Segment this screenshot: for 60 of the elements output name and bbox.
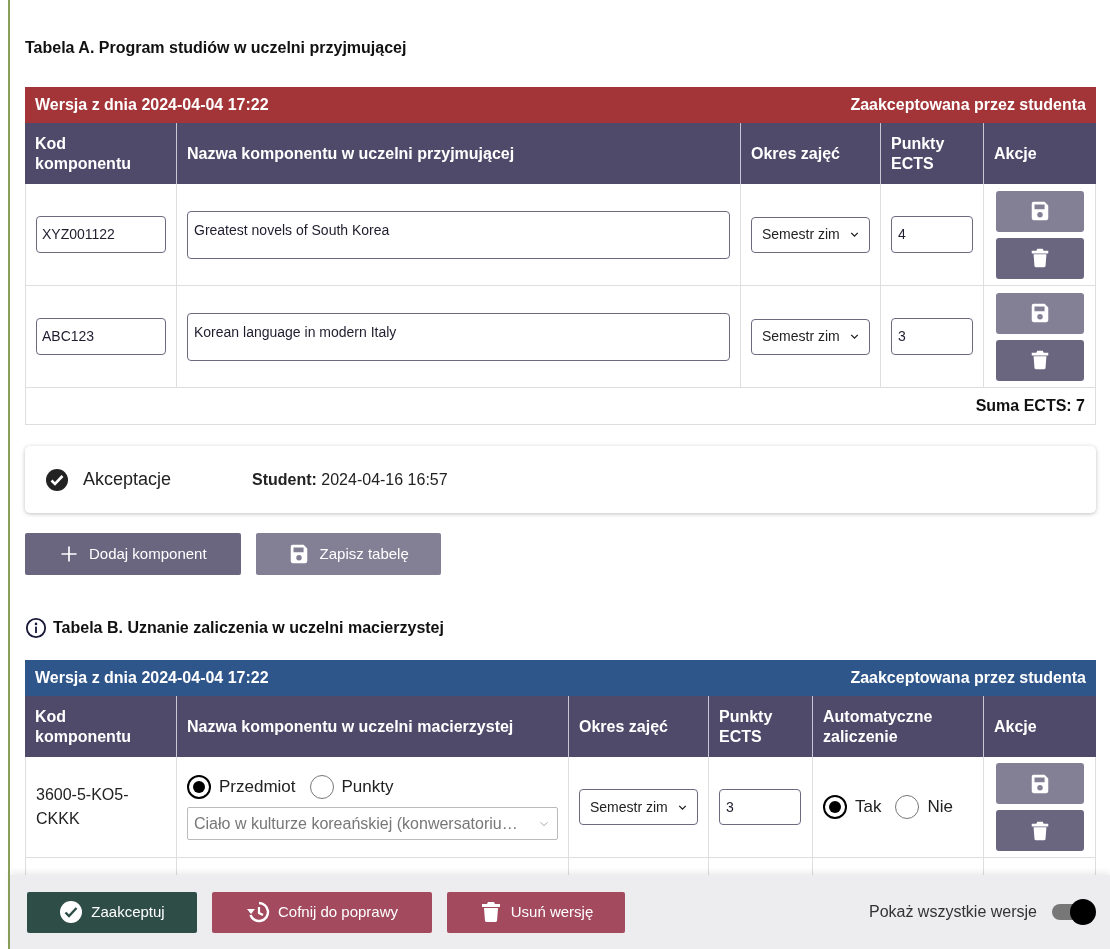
column-header: Okres zajęć — [740, 123, 880, 184]
version-date: Wersja z dnia 2024-04-04 17:22 — [35, 668, 269, 688]
revert-button[interactable]: Cofnij do poprawy — [212, 891, 432, 933]
column-header: Kod komponentu — [34, 133, 132, 174]
trash-icon — [1029, 247, 1051, 269]
show-all-versions-toggle[interactable] — [1052, 899, 1096, 925]
acceptance-entry: Student: 2024-04-16 16:57 — [252, 469, 448, 490]
save-icon — [1029, 200, 1051, 222]
period-select[interactable]: Semestr zim — [751, 318, 870, 355]
ects-field[interactable]: 3 — [719, 789, 801, 825]
radio-option[interactable]: Przedmiot — [187, 773, 296, 800]
name-field[interactable]: Korean language in modern Italy — [187, 312, 730, 361]
column-header: Punkty ECTS — [880, 123, 983, 184]
column-header: Punkty ECTS — [708, 696, 812, 757]
ects-sum: Suma ECTS: 7 — [975, 396, 1085, 416]
column-header: Kod komponentu — [34, 706, 132, 747]
column-header: Okres zajęć — [568, 696, 708, 757]
radio-option[interactable]: Tak — [823, 794, 882, 820]
radio-option[interactable]: Punkty — [309, 773, 394, 800]
period-select[interactable]: Semestr zim — [579, 789, 698, 825]
component-code: 3600-5-KO5-CKKK — [36, 785, 130, 829]
info-icon — [25, 617, 47, 639]
period-select[interactable]: Semestr zim — [751, 216, 870, 253]
trash-icon — [1029, 349, 1051, 371]
radio-button[interactable] — [187, 774, 211, 799]
trash-icon — [1029, 819, 1051, 842]
ects-field[interactable]: 3 — [891, 318, 973, 355]
check-circle-icon — [59, 900, 84, 924]
delete-button[interactable] — [996, 810, 1084, 851]
delete-button[interactable] — [996, 339, 1084, 381]
radio-button[interactable] — [895, 795, 920, 819]
save-icon — [1029, 302, 1051, 324]
history-icon — [245, 900, 270, 924]
section-title: Tabela A. Program studiów w uczelni przyjmującej — [25, 38, 407, 58]
column-header: Automatyczne zaliczenie — [812, 696, 983, 757]
radio-button[interactable] — [823, 795, 847, 819]
column-header: Akcje — [983, 696, 1096, 757]
code-field[interactable]: ABC123 — [36, 318, 166, 355]
course-combobox[interactable]: Ciało w kulturze koreańskiej (konwersatoriu… — [187, 807, 558, 841]
check-circle-icon — [45, 467, 69, 492]
code-field[interactable]: XYZ001122 — [36, 216, 166, 253]
radio-button[interactable] — [309, 774, 334, 799]
version-date: Wersja z dnia 2024-04-04 17:22 — [35, 95, 269, 115]
version-status: Zaakceptowana przez studenta — [850, 95, 1086, 115]
radio-option[interactable]: Nie — [895, 794, 953, 820]
version-status: Zaakceptowana przez studenta — [850, 668, 1086, 688]
column-header: Nazwa komponentu w uczelni macierzystej — [176, 696, 568, 757]
delete-button[interactable] — [996, 237, 1084, 279]
add-component-button[interactable]: Dodaj komponent — [25, 533, 241, 575]
section-title: Tabela B. Uznanie zaliczenia w uczelni macierzystej — [53, 618, 444, 638]
name-field[interactable]: Greatest novels of South Korea — [187, 210, 730, 259]
toggle-label: Pokaż wszystkie wersje — [868, 902, 1037, 922]
accept-button[interactable]: Zaakceptuj — [27, 891, 197, 933]
acceptance-title: Akceptacje — [83, 468, 173, 491]
delete-version-button[interactable]: Usuń wersję — [447, 891, 625, 933]
plus-icon — [59, 544, 79, 564]
column-header: Akcje — [983, 123, 1096, 184]
ects-field[interactable]: 4 — [891, 216, 973, 253]
save-icon — [1029, 772, 1051, 795]
column-header: Nazwa komponentu w uczelni przyjmującej — [176, 123, 740, 184]
